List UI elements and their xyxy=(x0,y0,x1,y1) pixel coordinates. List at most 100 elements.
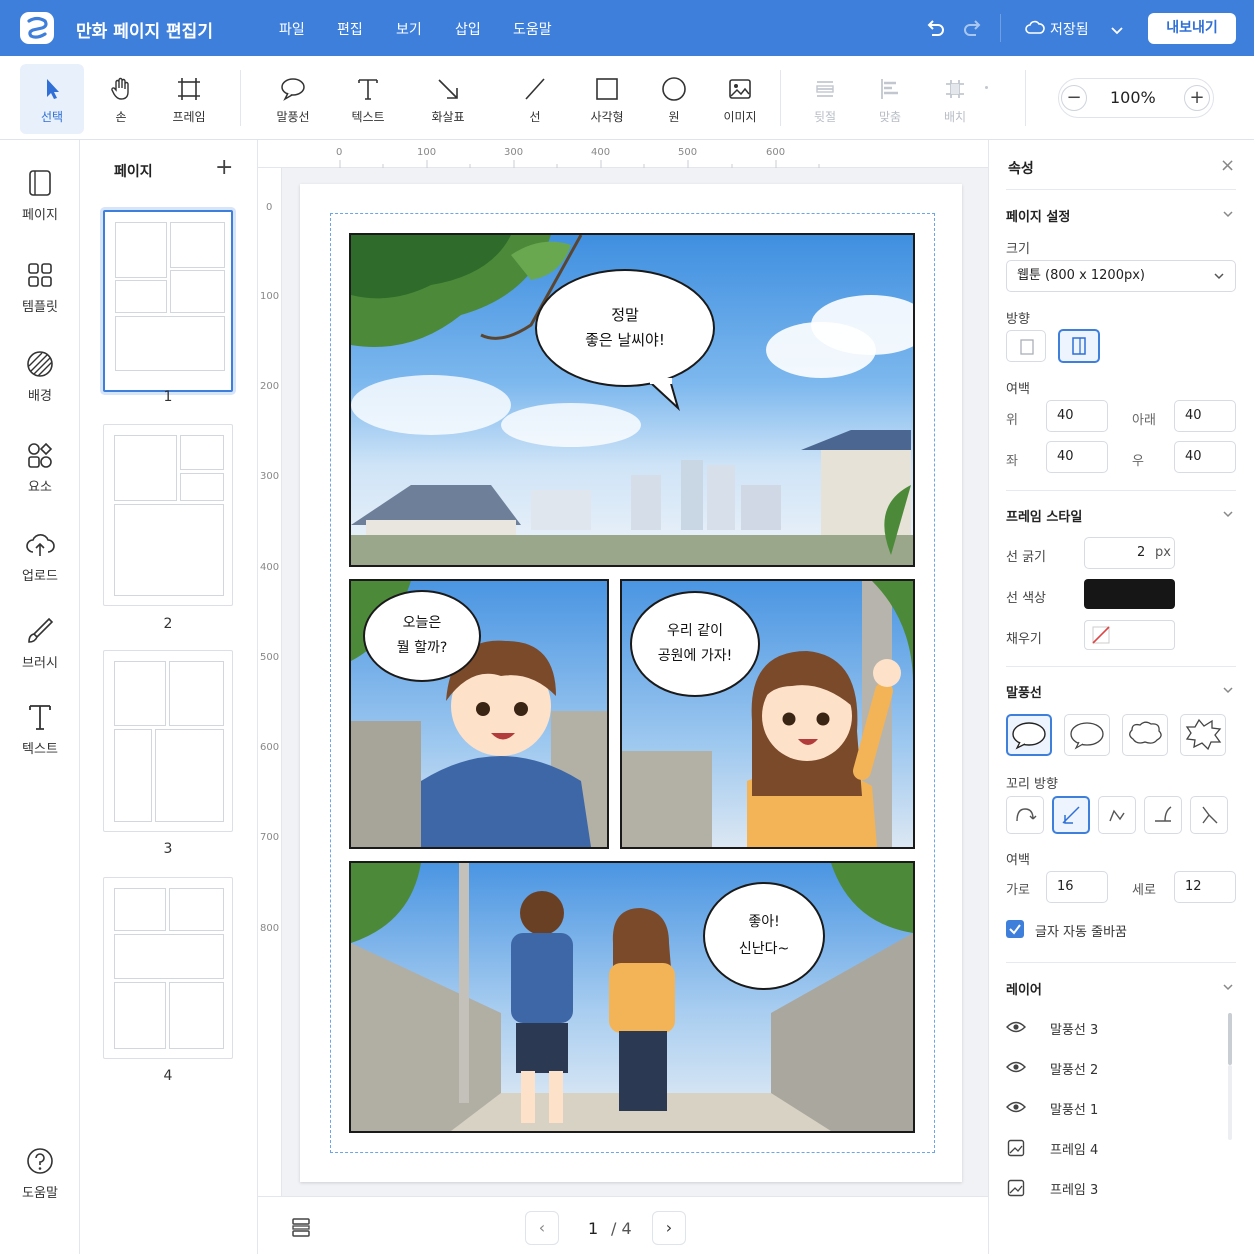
help-circle-icon xyxy=(27,1148,53,1174)
sidebar-item-upload[interactable]: 업로드 xyxy=(0,529,80,584)
page-thumbnail-1[interactable] xyxy=(103,210,233,392)
template-grid-icon xyxy=(28,263,52,287)
sidebar-item-text[interactable]: 텍스트 xyxy=(0,702,80,757)
margin-bottom-input[interactable]: 40 xyxy=(1174,400,1236,432)
speech-bubble-4[interactable]: 좋아! 신난다~ xyxy=(703,882,825,990)
upload-cloud-icon xyxy=(26,534,55,556)
bubble-text-line: 우리 같이 xyxy=(667,622,723,639)
bubble-style-oval[interactable] xyxy=(1006,714,1052,756)
redo-icon[interactable] xyxy=(962,17,984,43)
page-layout-icon[interactable] xyxy=(290,1216,312,1242)
total-pages: / 4 xyxy=(611,1219,632,1238)
zoom-value[interactable]: 100% xyxy=(1110,88,1156,107)
tail-direction-up-left[interactable] xyxy=(1098,796,1136,834)
zoom-out-button[interactable]: − xyxy=(1061,85,1087,111)
menu-help[interactable]: 도움말 xyxy=(513,19,552,39)
bubble-style-cloud[interactable] xyxy=(1122,714,1168,756)
layer-item[interactable]: 말풍선 2 xyxy=(1006,1048,1236,1088)
chevron-down-icon[interactable] xyxy=(1223,509,1233,519)
margin-left-input[interactable]: 40 xyxy=(1046,441,1108,473)
layer-item[interactable]: 말풍선 3 xyxy=(1006,1008,1236,1048)
page-number: 2 xyxy=(163,616,173,632)
speech-bubble-3[interactable]: 우리 같이 공원에 가자! xyxy=(630,591,760,697)
chevron-down-icon[interactable] xyxy=(1111,24,1123,39)
layer-item[interactable]: 프레임 3 xyxy=(1006,1168,1236,1208)
layer-item[interactable]: 말풍선 1 xyxy=(1006,1088,1236,1128)
sidebar-item-brush[interactable]: 브러시 xyxy=(0,616,80,671)
add-page-button[interactable]: + xyxy=(215,155,233,180)
prev-page-button[interactable]: ‹ xyxy=(525,1211,559,1245)
bubble-text-line: 정말 xyxy=(611,305,639,324)
page-thumbnail-2[interactable] xyxy=(103,424,233,606)
zoom-in-button[interactable]: + xyxy=(1184,85,1210,111)
layer-item[interactable]: 프레임 4 xyxy=(1006,1128,1236,1168)
padding-h-input[interactable]: 16 xyxy=(1046,871,1108,903)
tool-speech-bubble[interactable]: 말풍선 xyxy=(261,64,325,134)
tail-direction-down-left[interactable] xyxy=(1052,796,1090,834)
bubble-style-burst[interactable] xyxy=(1180,714,1226,756)
margin-top-input[interactable]: 40 xyxy=(1046,400,1108,432)
tail-direction-down-right[interactable] xyxy=(1144,796,1182,834)
ruler-horizontal: 0 100 300 400 500 600 xyxy=(258,140,988,168)
menu-file[interactable]: 파일 xyxy=(279,19,305,39)
sidebar-item-background[interactable]: 배경 xyxy=(0,349,80,404)
fill-color-swatch[interactable] xyxy=(1084,620,1175,650)
tail-direction-curve[interactable] xyxy=(1006,796,1044,834)
tool-arrow[interactable]: 화살표 xyxy=(416,64,480,134)
close-icon[interactable]: × xyxy=(1220,155,1235,176)
tool-line[interactable]: 선 xyxy=(503,64,567,134)
stroke-width-input[interactable]: 2 px xyxy=(1084,537,1175,569)
stroke-color-label: 선 색상 xyxy=(1006,591,1047,606)
distribute-icon xyxy=(946,80,964,98)
sidebar-item-templates[interactable]: 템플릿 xyxy=(0,260,80,315)
fill-label: 채우기 xyxy=(1006,632,1042,647)
sidebar-item-pages[interactable]: 페이지 xyxy=(0,168,80,223)
tool-image[interactable]: 이미지 xyxy=(708,64,772,134)
page-thumbnail-4[interactable] xyxy=(103,877,233,1059)
orientation-label: 방향 xyxy=(1006,312,1030,327)
speech-bubble-2[interactable]: 오늘은 뭘 할까? xyxy=(363,590,481,682)
tail-direction-split[interactable] xyxy=(1190,796,1228,834)
comic-frame-4[interactable] xyxy=(349,861,915,1133)
tool-select[interactable]: 선택 xyxy=(20,64,84,134)
page-thumbnail-3[interactable] xyxy=(103,650,233,832)
sidebar-item-elements[interactable]: 요소 xyxy=(0,440,80,495)
tool-order[interactable]: 뒷절 xyxy=(793,64,857,134)
autowrap-checkbox[interactable] xyxy=(1006,920,1024,938)
menu-edit[interactable]: 편집 xyxy=(337,19,363,39)
tool-hand[interactable]: 손 xyxy=(89,64,153,134)
eye-icon[interactable] xyxy=(1006,1020,1026,1034)
help-button[interactable]: 도움말 xyxy=(0,1146,80,1201)
chevron-down-icon[interactable] xyxy=(1223,982,1233,992)
tool-circle[interactable]: 원 xyxy=(642,64,706,134)
background-icon xyxy=(27,351,53,377)
ruler-vertical: 0 100 200 300 400 500 600 700 800 xyxy=(258,168,282,1196)
chevron-down-icon[interactable] xyxy=(1223,209,1233,219)
circle-icon xyxy=(662,77,686,101)
page-settings-title: 페이지 설정 xyxy=(1006,210,1071,225)
speech-bubble-1[interactable]: 정말 좋은 날씨야! xyxy=(535,269,715,387)
tool-frame[interactable]: 프레임 xyxy=(157,64,221,134)
export-button[interactable]: 내보내기 xyxy=(1148,13,1236,44)
tool-distribute[interactable]: 배치 xyxy=(923,64,987,134)
undo-icon[interactable] xyxy=(924,17,946,43)
page-size-select[interactable]: 웹툰 (800 x 1200px) xyxy=(1006,260,1236,292)
chevron-down-icon[interactable] xyxy=(1223,685,1233,695)
tool-align[interactable]: 맞춤 xyxy=(858,64,922,134)
tool-text[interactable]: 텍스트 xyxy=(336,64,400,134)
tool-rectangle[interactable]: 사각형 xyxy=(575,64,639,134)
margin-right-input[interactable]: 40 xyxy=(1174,441,1236,473)
layer-order-icon xyxy=(816,81,834,97)
tail-direction-label: 꼬리 방향 xyxy=(1006,777,1058,792)
padding-v-input[interactable]: 12 xyxy=(1174,871,1236,903)
orientation-portrait-button[interactable] xyxy=(1058,329,1100,363)
eye-icon[interactable] xyxy=(1006,1100,1026,1114)
next-page-button[interactable]: › xyxy=(652,1211,686,1245)
eye-icon[interactable] xyxy=(1006,1060,1026,1074)
orientation-landscape-button[interactable] xyxy=(1006,330,1046,362)
stroke-color-swatch[interactable] xyxy=(1084,579,1175,609)
bubble-style-round[interactable] xyxy=(1064,714,1110,756)
menu-insert[interactable]: 삽입 xyxy=(455,19,481,39)
menu-view[interactable]: 보기 xyxy=(396,19,422,39)
properties-title: 속성 xyxy=(1008,161,1034,177)
